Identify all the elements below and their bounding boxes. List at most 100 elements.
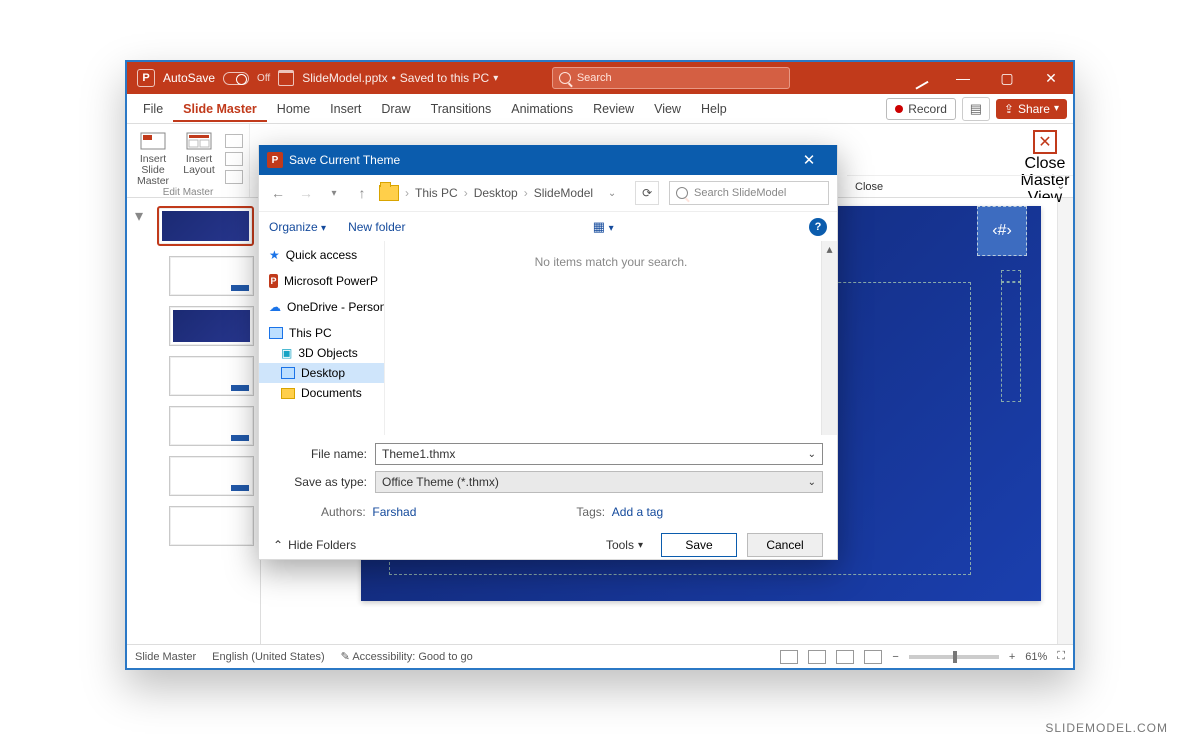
minimize-button[interactable]: — — [941, 62, 985, 94]
breadcrumb-dropdown[interactable]: ⌄ — [601, 182, 623, 204]
nav-forward-button[interactable]: → — [295, 182, 317, 204]
menu-view[interactable]: View — [644, 96, 691, 122]
authors-label: Authors: — [321, 505, 366, 519]
tree-3d-objects[interactable]: ▣3D Objects — [259, 343, 384, 363]
view-reading-icon[interactable] — [836, 650, 854, 664]
group-edit-master-label: Edit Master — [163, 187, 214, 198]
nav-back-button[interactable]: ← — [267, 182, 289, 204]
thumb-4[interactable] — [169, 356, 254, 396]
search-icon — [559, 72, 571, 84]
autosave-toggle[interactable] — [223, 72, 249, 85]
file-list-scrollbar[interactable]: ▴ — [821, 241, 837, 435]
cube-icon: ▣ — [281, 346, 292, 360]
footer-placeholder[interactable] — [1001, 270, 1021, 282]
menu-review[interactable]: Review — [583, 96, 644, 122]
scroll-up-icon[interactable]: ▴ — [822, 241, 837, 257]
delete-button[interactable] — [225, 134, 243, 148]
date-placeholder[interactable] — [1001, 282, 1021, 402]
zoom-in[interactable]: + — [1009, 651, 1015, 663]
quick-access-overflow[interactable]: ▾ — [127, 198, 151, 644]
menu-file[interactable]: File — [133, 96, 173, 122]
thumb-2[interactable] — [169, 256, 254, 296]
tags-value[interactable]: Add a tag — [612, 505, 663, 519]
slide-number-placeholder[interactable]: ‹#› — [977, 206, 1027, 256]
cancel-button[interactable]: Cancel — [747, 533, 823, 557]
dialog-footer: ⌃Hide Folders Tools▾ Save Cancel — [259, 519, 837, 557]
hide-folders-toggle[interactable]: ⌃Hide Folders — [273, 538, 356, 552]
close-window-button[interactable]: ✕ — [1029, 62, 1073, 94]
global-search[interactable]: Search — [552, 67, 790, 89]
breadcrumb-desktop[interactable]: Desktop — [474, 186, 518, 200]
breadcrumb-slidemodel[interactable]: SlideModel — [534, 186, 593, 200]
menu-help[interactable]: Help — [691, 96, 737, 122]
breadcrumb-this-pc[interactable]: This PC — [415, 186, 458, 200]
zoom-out[interactable]: − — [892, 651, 898, 663]
view-sorter-icon[interactable] — [808, 650, 826, 664]
save-type-label: Save as type: — [273, 475, 367, 489]
status-language[interactable]: English (United States) — [212, 651, 325, 663]
thumb-5[interactable] — [169, 406, 254, 446]
doc-name: SlideModel.pptx — [302, 71, 387, 85]
nav-up-button[interactable]: ↑ — [351, 182, 373, 204]
view-normal-icon[interactable] — [780, 650, 798, 664]
rename-button[interactable] — [225, 152, 243, 166]
dialog-search-input[interactable]: Search SlideModel — [669, 181, 829, 205]
chevron-down-icon[interactable]: ⌄ — [808, 477, 816, 488]
organize-menu[interactable]: Organize ▾ — [269, 220, 326, 234]
new-folder-button[interactable]: New folder — [348, 220, 405, 234]
chevron-down-icon[interactable]: ⌄ — [808, 449, 816, 460]
view-options[interactable]: ▦ ▾ — [593, 219, 614, 235]
refresh-button[interactable]: ⟳ — [635, 181, 659, 205]
menu-home[interactable]: Home — [267, 96, 320, 122]
menu-draw[interactable]: Draw — [371, 96, 420, 122]
thumb-3[interactable] — [169, 306, 254, 346]
chevron-up-icon: ⌃ — [273, 538, 283, 552]
save-icon[interactable] — [278, 70, 294, 86]
insert-slide-master-button[interactable]: Insert Slide Master — [133, 130, 173, 187]
cloud-icon: ☁ — [269, 300, 281, 314]
tree-desktop[interactable]: Desktop — [259, 363, 384, 383]
app-icon: P — [137, 69, 155, 87]
collapse-ribbon-chevron-icon[interactable]: ⌄ — [1057, 181, 1065, 192]
menu-animations[interactable]: Animations — [501, 96, 583, 122]
record-button[interactable]: Record — [886, 98, 956, 120]
tree-onedrive[interactable]: ☁OneDrive - Person — [259, 297, 384, 317]
help-icon[interactable]: ? — [809, 218, 827, 236]
status-bar: Slide Master English (United States) ✎ A… — [127, 644, 1073, 668]
preserve-button[interactable] — [225, 170, 243, 184]
menu-slide-master[interactable]: Slide Master — [173, 96, 267, 122]
fit-to-window-icon[interactable]: ⛶ — [1057, 650, 1065, 663]
zoom-value[interactable]: 61% — [1025, 651, 1047, 663]
authors-value[interactable]: Farshad — [372, 505, 416, 519]
pen-mode-button[interactable] — [897, 62, 941, 94]
tree-powerpoint[interactable]: PMicrosoft PowerP — [259, 271, 384, 291]
share-button[interactable]: ⇪Share▾ — [996, 99, 1067, 119]
view-slideshow-icon[interactable] — [864, 650, 882, 664]
thumb-1[interactable] — [157, 206, 254, 246]
maximize-button[interactable]: ▢ — [985, 62, 1029, 94]
tree-documents[interactable]: Documents — [259, 383, 384, 403]
thumb-6[interactable] — [169, 456, 254, 496]
save-type-select[interactable]: Office Theme (*.thmx)⌄ — [375, 471, 823, 493]
menu-insert[interactable]: Insert — [320, 96, 371, 122]
present-mode-button[interactable]: ▤ — [962, 97, 990, 121]
folder-tree: ★Quick access PMicrosoft PowerP ☁OneDriv… — [259, 241, 385, 435]
status-accessibility[interactable]: ✎ Accessibility: Good to go — [341, 650, 473, 663]
insert-layout-button[interactable]: Insert Layout — [179, 130, 219, 187]
tree-this-pc[interactable]: This PC — [259, 323, 384, 343]
file-name-input[interactable]: Theme1.thmx⌄ — [375, 443, 823, 465]
file-name-label: File name: — [273, 447, 367, 461]
tools-menu[interactable]: Tools▾ — [606, 538, 643, 552]
dialog-close-button[interactable]: ✕ — [789, 145, 829, 175]
menu-bar: File Slide Master Home Insert Draw Trans… — [127, 94, 1073, 124]
menu-transitions[interactable]: Transitions — [421, 96, 502, 122]
vertical-scrollbar[interactable] — [1057, 198, 1073, 644]
title-bar: P AutoSave Off SlideModel.pptx • Saved t… — [127, 62, 1073, 94]
nav-recent-dropdown[interactable]: ▾ — [323, 182, 345, 204]
tree-quick-access[interactable]: ★Quick access — [259, 245, 384, 265]
save-button[interactable]: Save — [661, 533, 737, 557]
zoom-slider[interactable] — [909, 655, 999, 659]
thumb-7[interactable] — [169, 506, 254, 546]
chevron-down-icon[interactable]: ▾ — [493, 73, 498, 84]
ribbon-group-close: Close ⌄ — [847, 175, 1073, 197]
